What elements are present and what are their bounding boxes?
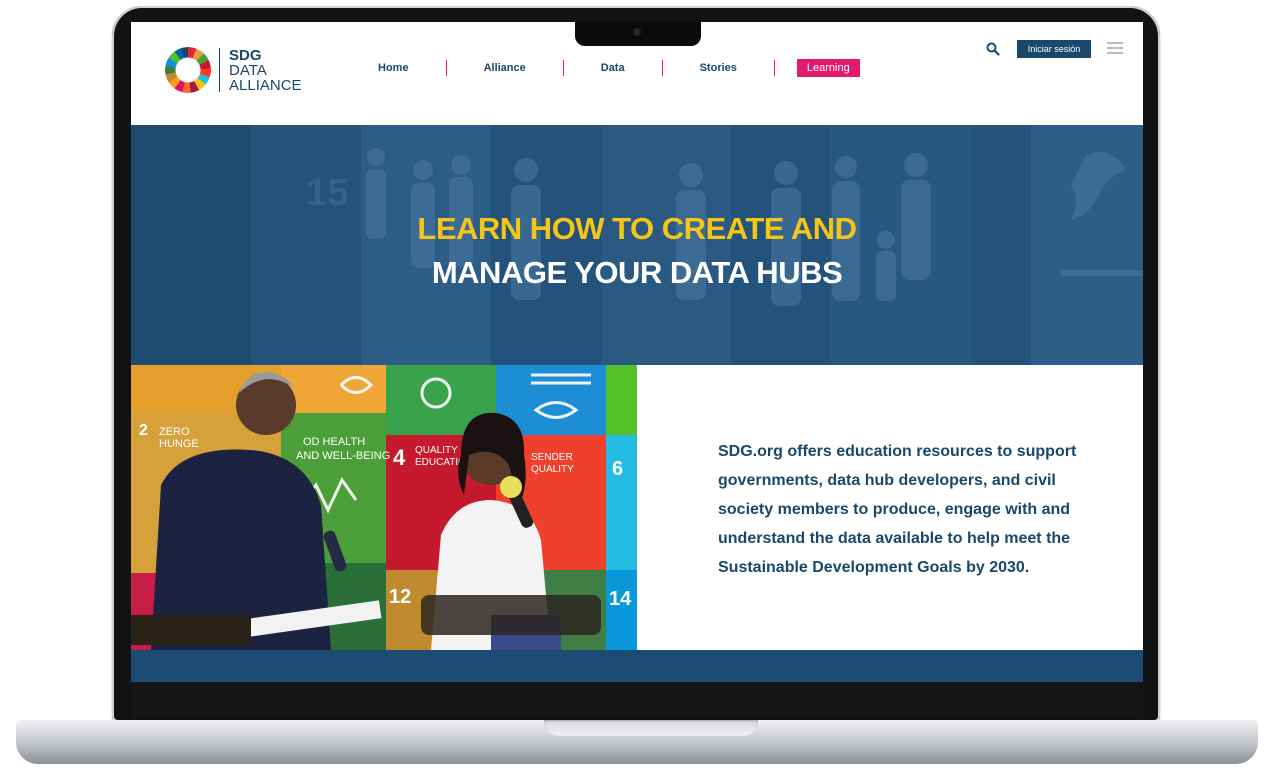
nav-learning[interactable]: Learning <box>796 59 860 77</box>
nav-home[interactable]: Home <box>363 62 424 74</box>
nav-alliance[interactable]: Alliance <box>469 62 541 74</box>
camera-notch <box>575 22 701 46</box>
tile-equality-label: QUALITY <box>531 464 574 475</box>
nav-divider <box>773 60 775 76</box>
hero-title-line-2: MANAGE YOUR DATA HUBS <box>431 255 843 290</box>
tile-12-number: 12 <box>389 586 411 608</box>
sdg-data-alliance-logo[interactable]: SDG DATA ALLIANCE <box>165 47 302 93</box>
tile-14-number: 14 <box>609 588 632 610</box>
tile-zero-label: ZERO <box>159 426 190 438</box>
browser-screen: SDG DATA ALLIANCE Home Alliance Data Sto… <box>131 22 1143 682</box>
nav-divider <box>445 60 447 76</box>
logo-divider <box>219 48 220 92</box>
logo-line-sdg: SDG <box>229 46 262 64</box>
tile-quality-label: QUALITY <box>415 445 458 456</box>
tile-hunger-label: HUNGE <box>159 438 199 450</box>
main-nav: Home Alliance Data Stories Learning <box>363 59 860 77</box>
intro-paragraph: SDG.org offers education resources to su… <box>718 443 1077 576</box>
tile-gender-label: SENDER <box>531 452 573 463</box>
sdg-wheel-icon <box>165 47 211 93</box>
hamburger-menu-icon[interactable] <box>1107 42 1123 54</box>
tile-well-being-label: AND WELL-BEING <box>296 450 390 462</box>
tile-4-number: 4 <box>393 445 406 470</box>
hero-title-line-1: LEARN HOW TO CREATE AND <box>417 211 857 246</box>
laptop-base <box>16 720 1258 764</box>
logo-line-alliance: ALLIANCE <box>229 76 302 94</box>
photo-illustration: 2 ZERO HUNGE OD HEALTH AND WELL-BEING 4 … <box>131 365 637 650</box>
hero-title: LEARN HOW TO CREATE AND MANAGE YOUR DATA… <box>131 207 1143 295</box>
search-icon[interactable] <box>986 42 1000 56</box>
laptop-base-notch <box>544 720 758 736</box>
nav-divider <box>661 60 663 76</box>
nav-data[interactable]: Data <box>586 62 640 74</box>
nav-stories[interactable]: Stories <box>685 62 752 74</box>
logo-line-data: DATA <box>229 61 267 79</box>
laptop-bezel-chin <box>131 682 1143 718</box>
panel-discussion-photo: 2 ZERO HUNGE OD HEALTH AND WELL-BEING 4 … <box>131 365 637 650</box>
bottom-band <box>131 650 1143 682</box>
hero-banner: 15 LEARN HOW TO CREATE AND MANAGE YOUR D… <box>131 125 1143 365</box>
tile-2-number: 2 <box>139 422 148 439</box>
nav-divider <box>562 60 564 76</box>
tile-good-health-label: OD HEALTH <box>303 436 365 448</box>
tile-6-number: 6 <box>612 458 623 480</box>
logo-text: SDG DATA ALLIANCE <box>229 48 302 93</box>
login-button[interactable]: Iniciar sesión <box>1017 40 1091 58</box>
camera-icon <box>633 28 641 36</box>
